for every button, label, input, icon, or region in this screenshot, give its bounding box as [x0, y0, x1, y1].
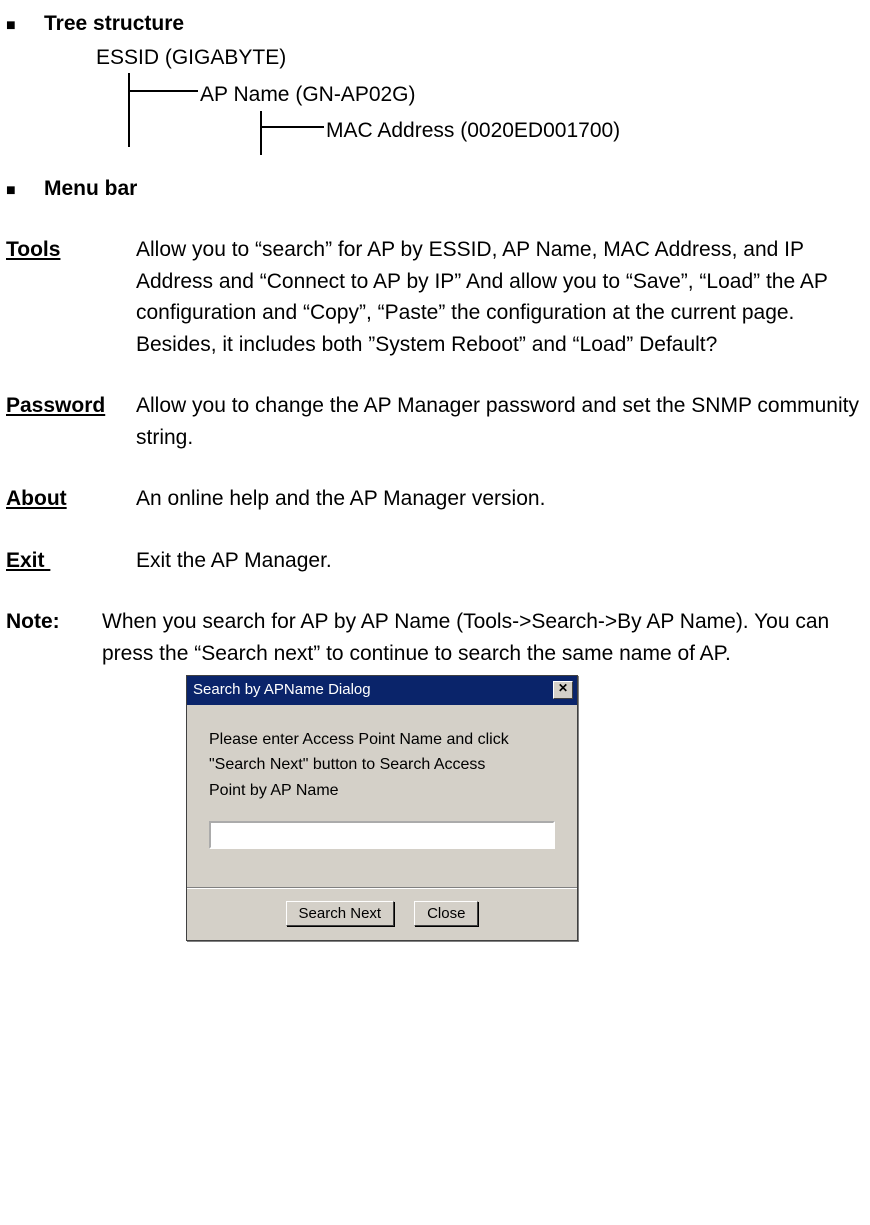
tree-connector-icon: [128, 73, 200, 147]
tree-essid: ESSID (GIGABYTE): [96, 42, 864, 74]
dialog-text-line: Please enter Access Point Name and click: [209, 727, 555, 753]
note-text: When you search for AP by AP Name (Tools…: [102, 606, 864, 669]
dialog-text-line: "Search Next" button to Search Access: [209, 752, 555, 778]
tree-mac: MAC Address (0020ED001700): [326, 111, 620, 147]
menu-password-label: Password: [6, 390, 136, 453]
dialog-title: Search by APName Dialog: [193, 679, 371, 702]
note-label: Note:: [6, 606, 102, 669]
close-icon[interactable]: ✕: [553, 681, 573, 699]
search-apname-dialog: Search by APName Dialog ✕ Please enter A…: [186, 675, 578, 941]
menu-tools-desc: Allow you to “search” for AP by ESSID, A…: [136, 234, 864, 360]
search-next-button[interactable]: Search Next: [286, 901, 395, 926]
menu-password-desc: Allow you to change the AP Manager passw…: [136, 390, 864, 453]
tree-structure-heading: Tree structure: [44, 8, 184, 40]
dialog-text-line: Point by AP Name: [209, 778, 555, 804]
menu-about-desc: An online help and the AP Manager versio…: [136, 483, 864, 515]
menu-bar-heading: Menu bar: [44, 173, 137, 205]
tree-connector-icon: [260, 111, 326, 155]
menu-about-label: About: [6, 483, 136, 515]
menu-exit-desc: Exit the AP Manager.: [136, 545, 864, 577]
close-button[interactable]: Close: [414, 901, 478, 926]
apname-input[interactable]: [209, 821, 555, 849]
menu-exit-label: Exit: [6, 545, 136, 577]
tree-apname: AP Name (GN-AP02G): [200, 79, 620, 111]
bullet-square-icon: ■: [6, 8, 44, 38]
tree-diagram: ESSID (GIGABYTE) AP Name (GN-AP02G) MAC …: [96, 42, 864, 155]
bullet-square-icon: ■: [6, 173, 44, 203]
menu-tools-label: Tools: [6, 234, 136, 360]
